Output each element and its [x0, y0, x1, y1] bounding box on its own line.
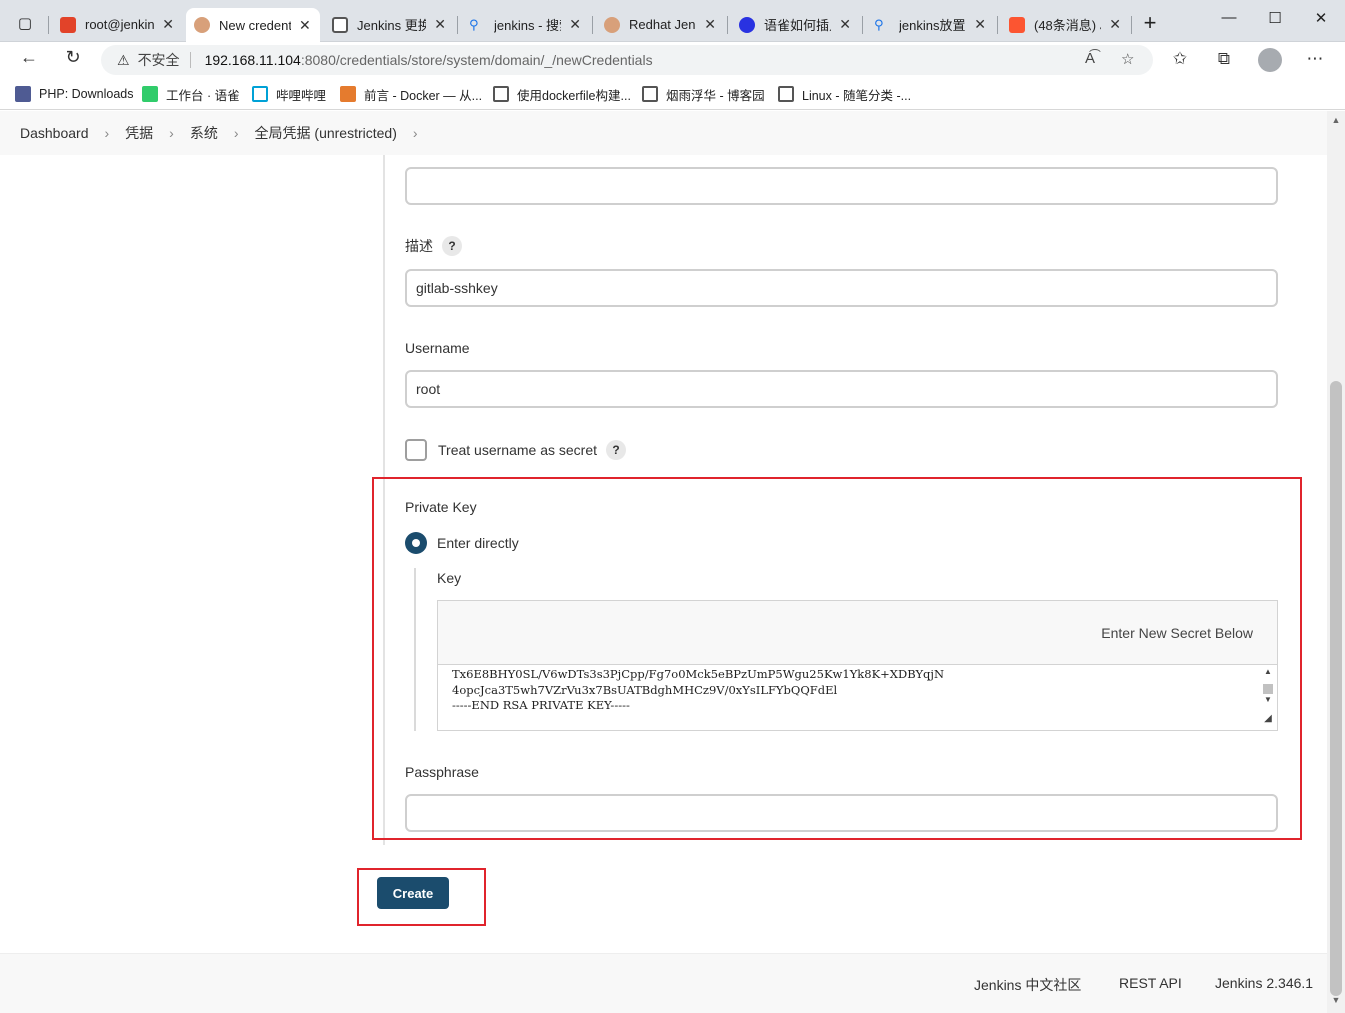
- tab-separator: [592, 16, 593, 34]
- profile-avatar[interactable]: [1258, 48, 1282, 72]
- scroll-up-icon[interactable]: ▲: [1327, 115, 1345, 129]
- url-path: :8080/credentials/store/system/domain/_/…: [300, 52, 653, 68]
- description-field[interactable]: gitlab-sshkey: [405, 269, 1278, 307]
- jenkins-icon: [604, 16, 620, 33]
- csdn-icon: [1009, 16, 1025, 33]
- bookmark-linux[interactable]: Linux - 随笔分类 -...: [778, 84, 911, 104]
- url-host: 192.168.11.104: [204, 52, 301, 68]
- bilibili-icon: [252, 86, 268, 102]
- new-tab-icon[interactable]: +: [1138, 12, 1162, 36]
- username-label: Username: [405, 340, 470, 356]
- close-icon[interactable]: ✕: [162, 16, 174, 33]
- tab-csdn[interactable]: (48条消息) Je ✕: [1001, 8, 1129, 41]
- more-menu-icon[interactable]: ⋯: [1303, 49, 1327, 69]
- address-divider: [189, 52, 191, 68]
- close-icon[interactable]: ✕: [839, 16, 851, 33]
- bookmarks-bar: PHP: Downloads 工作台 · 语雀 哔哩哔哩 前言 - Docker…: [0, 78, 1345, 110]
- close-icon[interactable]: ✕: [569, 16, 581, 33]
- private-key-highlight: [372, 477, 1302, 840]
- jenkins-icon: [194, 17, 210, 33]
- bookmark-yuque[interactable]: 工作台 · 语雀: [142, 84, 240, 104]
- reload-icon[interactable]: ↻: [58, 47, 88, 73]
- bookmark-cnblogs[interactable]: 烟雨浮华 - 博客园: [642, 84, 765, 104]
- tab-gitlab[interactable]: root@jenkins ✕: [52, 8, 182, 41]
- breadcrumb-credentials[interactable]: 凭据: [125, 123, 153, 143]
- close-icon[interactable]: ✕: [704, 16, 716, 33]
- back-icon[interactable]: ←: [14, 47, 44, 73]
- tab-yuque-insert[interactable]: 语雀如何插入 ✕: [731, 8, 859, 41]
- id-field[interactable]: [405, 167, 1278, 205]
- search-icon: ⚲: [874, 16, 884, 32]
- collections-icon[interactable]: ⧉: [1212, 49, 1236, 69]
- warning-icon: ⚠: [117, 51, 130, 68]
- treat-username-secret-checkbox[interactable]: [405, 439, 427, 461]
- tab-jenkins-plugin[interactable]: Jenkins 更换插件 ✕: [324, 8, 454, 41]
- scroll-down-icon[interactable]: ▼: [1327, 995, 1345, 1009]
- address-row: ← ↻ ⚠ 不安全 192.168.11.104:8080/credential…: [0, 42, 1345, 78]
- chevron-right-icon: ›: [104, 125, 110, 141]
- tab-separator: [997, 16, 998, 34]
- yuque-icon: [493, 86, 509, 102]
- tab-new-credentials[interactable]: New credentials ✕: [186, 8, 320, 42]
- address-bar[interactable]: ⚠ 不安全 192.168.11.104:8080/credentials/st…: [101, 45, 1153, 75]
- yuque-icon: [142, 86, 158, 102]
- tab-redhat-jenkins[interactable]: Redhat Jenkins ✕: [596, 8, 724, 41]
- page-scrollbar[interactable]: ▲ ▼: [1327, 111, 1345, 1013]
- bookmark-dockerfile[interactable]: 使用dockerfile构建...: [493, 84, 631, 104]
- minimize-icon[interactable]: —: [1214, 9, 1244, 33]
- add-favorite-icon[interactable]: ☆: [1121, 50, 1134, 68]
- bookmark-docker[interactable]: 前言 - Docker — 从...: [340, 84, 482, 104]
- php-icon: [15, 86, 31, 102]
- chevron-right-icon: ›: [233, 125, 239, 141]
- search-icon: ⚲: [469, 16, 479, 32]
- tab-separator: [457, 16, 458, 34]
- browser-tab-strip: ▢ root@jenkins ✕ New credentials ✕ Jenki…: [0, 0, 1345, 42]
- breadcrumb-dashboard[interactable]: Dashboard: [20, 125, 89, 141]
- footer: Jenkins 中文社区 REST API Jenkins 2.346.1: [0, 953, 1327, 1013]
- breadcrumb: Dashboard › 凭据 › 系统 › 全局凭据 (unrestricted…: [0, 111, 1327, 155]
- gitlab-icon: [60, 16, 76, 33]
- yuque-icon: [332, 16, 348, 33]
- close-icon[interactable]: ✕: [434, 16, 446, 33]
- window-close-icon[interactable]: ✕: [1306, 9, 1336, 33]
- read-aloud-icon[interactable]: A͡: [1085, 50, 1095, 67]
- yuque-icon: [778, 86, 794, 102]
- footer-version-link[interactable]: Jenkins 2.346.1: [1215, 975, 1313, 991]
- footer-community-link[interactable]: Jenkins 中文社区: [974, 975, 1081, 995]
- footer-rest-api-link[interactable]: REST API: [1119, 975, 1182, 991]
- tab-separator: [1131, 16, 1132, 34]
- close-icon[interactable]: ✕: [1109, 16, 1121, 33]
- tab-separator: [727, 16, 728, 34]
- favorites-icon[interactable]: ✩: [1168, 49, 1192, 69]
- breadcrumb-system[interactable]: 系统: [190, 123, 218, 143]
- tab-jenkins-move[interactable]: ⚲ jenkins放置移 ✕: [866, 8, 994, 41]
- chevron-right-icon: ›: [169, 125, 174, 141]
- tab-jenkins-search[interactable]: ⚲ jenkins - 搜索 ✕: [461, 8, 589, 41]
- main-content: 描述 ? gitlab-sshkey Username root Treat u…: [0, 155, 1327, 1013]
- bookmark-php[interactable]: PHP: Downloads: [15, 84, 134, 104]
- username-field[interactable]: root: [405, 370, 1278, 408]
- treat-username-secret-label: Treat username as secret ?: [438, 440, 626, 460]
- help-icon[interactable]: ?: [442, 236, 462, 256]
- tab-separator: [862, 16, 863, 34]
- description-label: 描述 ?: [405, 236, 462, 256]
- bookmark-bilibili[interactable]: 哔哩哔哩: [252, 84, 326, 104]
- maximize-icon[interactable]: ☐: [1260, 9, 1290, 33]
- help-icon[interactable]: ?: [606, 440, 626, 460]
- page-scroll-thumb[interactable]: [1330, 381, 1342, 996]
- insecure-label: 不安全: [137, 52, 180, 68]
- breadcrumb-global-credentials[interactable]: 全局凭据 (unrestricted): [255, 123, 397, 143]
- create-button[interactable]: Create: [377, 877, 449, 909]
- close-icon[interactable]: ✕: [299, 17, 311, 34]
- chevron-right-icon[interactable]: ›: [413, 125, 418, 141]
- rocket-icon: [340, 86, 356, 102]
- yuque-icon: [642, 86, 658, 102]
- close-icon[interactable]: ✕: [974, 16, 986, 33]
- baidu-icon: [739, 16, 755, 33]
- tab-separator: [48, 16, 49, 34]
- tab-actions-icon[interactable]: ▢: [8, 10, 42, 36]
